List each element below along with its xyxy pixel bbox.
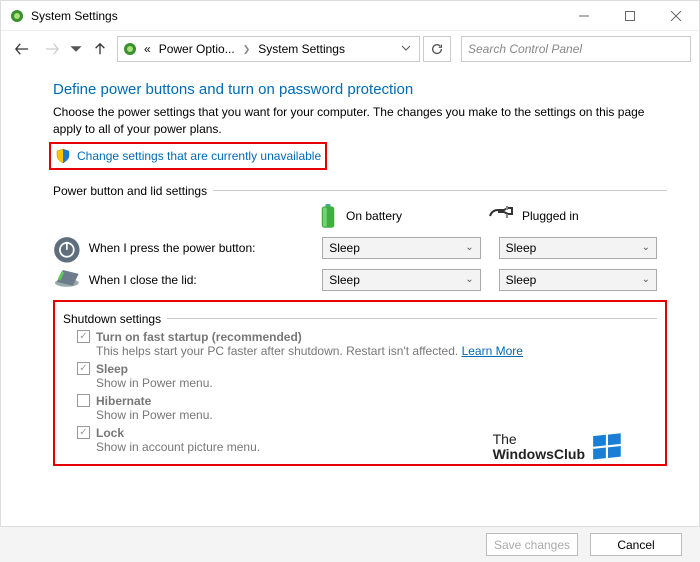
- location-icon: [122, 41, 138, 57]
- watermark: The WindowsClub: [493, 430, 625, 464]
- breadcrumb-system-settings[interactable]: System Settings: [256, 42, 347, 56]
- plugged-in-label: Plugged in: [522, 209, 579, 223]
- plug-icon: [488, 204, 514, 228]
- hibernate-label: Hibernate: [96, 394, 151, 408]
- forward-button[interactable]: [39, 36, 65, 62]
- change-settings-link[interactable]: Change settings that are currently unava…: [77, 149, 321, 163]
- group-shutdown-label: Shutdown settings: [63, 312, 161, 326]
- back-button[interactable]: [9, 36, 35, 62]
- save-changes-button[interactable]: Save changes: [486, 533, 578, 556]
- lid-battery-select[interactable]: Sleep⌄: [322, 269, 480, 291]
- sleep-checkbox[interactable]: [77, 362, 90, 375]
- lid-plugged-select[interactable]: Sleep⌄: [499, 269, 657, 291]
- chevron-down-icon: ⌄: [642, 274, 650, 285]
- windows-logo-icon: [591, 430, 625, 464]
- breadcrumb-prefix[interactable]: «: [142, 42, 153, 56]
- breadcrumb-power-options[interactable]: Power Optio...: [157, 42, 237, 56]
- app-icon: [9, 8, 25, 24]
- address-dropdown[interactable]: [397, 42, 415, 56]
- battery-icon: [318, 204, 338, 228]
- sleep-label: Sleep: [96, 362, 128, 376]
- address-bar[interactable]: « Power Optio... ❯ System Settings: [117, 36, 420, 62]
- hibernate-checkbox[interactable]: [77, 394, 90, 407]
- page-description: Choose the power settings that you want …: [53, 104, 667, 138]
- hibernate-desc: Show in Power menu.: [96, 408, 657, 422]
- window-title: System Settings: [31, 9, 118, 23]
- cancel-button[interactable]: Cancel: [590, 533, 682, 556]
- power-button-plugged-select[interactable]: Sleep⌄: [499, 237, 657, 259]
- minimize-button[interactable]: [561, 1, 607, 31]
- power-button-row-label: When I press the power button:: [89, 241, 315, 255]
- learn-more-link[interactable]: Learn More: [462, 344, 523, 358]
- sleep-desc: Show in Power menu.: [96, 376, 657, 390]
- lock-label: Lock: [96, 426, 124, 440]
- maximize-button[interactable]: [607, 1, 653, 31]
- on-battery-label: On battery: [346, 209, 402, 223]
- fast-startup-desc: This helps start your PC faster after sh…: [96, 344, 462, 358]
- lid-icon: [53, 268, 81, 292]
- chevron-down-icon: ⌄: [465, 274, 473, 285]
- recent-dropdown[interactable]: [69, 36, 83, 62]
- group-power-button-label: Power button and lid settings: [53, 184, 207, 198]
- chevron-down-icon: ⌄: [465, 242, 473, 253]
- power-button-icon: [53, 236, 81, 260]
- change-settings-highlight: Change settings that are currently unava…: [49, 142, 327, 170]
- chevron-right-icon[interactable]: ❯: [241, 44, 253, 55]
- lid-row-label: When I close the lid:: [89, 273, 315, 287]
- lock-checkbox[interactable]: [77, 426, 90, 439]
- close-button[interactable]: [653, 1, 699, 31]
- search-input[interactable]: Search Control Panel: [461, 36, 691, 62]
- chevron-down-icon: ⌄: [642, 242, 650, 253]
- search-placeholder: Search Control Panel: [468, 42, 582, 56]
- up-button[interactable]: [87, 36, 113, 62]
- power-button-battery-select[interactable]: Sleep⌄: [322, 237, 480, 259]
- fast-startup-label: Turn on fast startup (recommended): [96, 330, 302, 344]
- refresh-button[interactable]: [423, 36, 451, 62]
- shield-icon: [55, 148, 71, 164]
- page-heading: Define power buttons and turn on passwor…: [53, 81, 667, 98]
- fast-startup-checkbox[interactable]: [77, 330, 90, 343]
